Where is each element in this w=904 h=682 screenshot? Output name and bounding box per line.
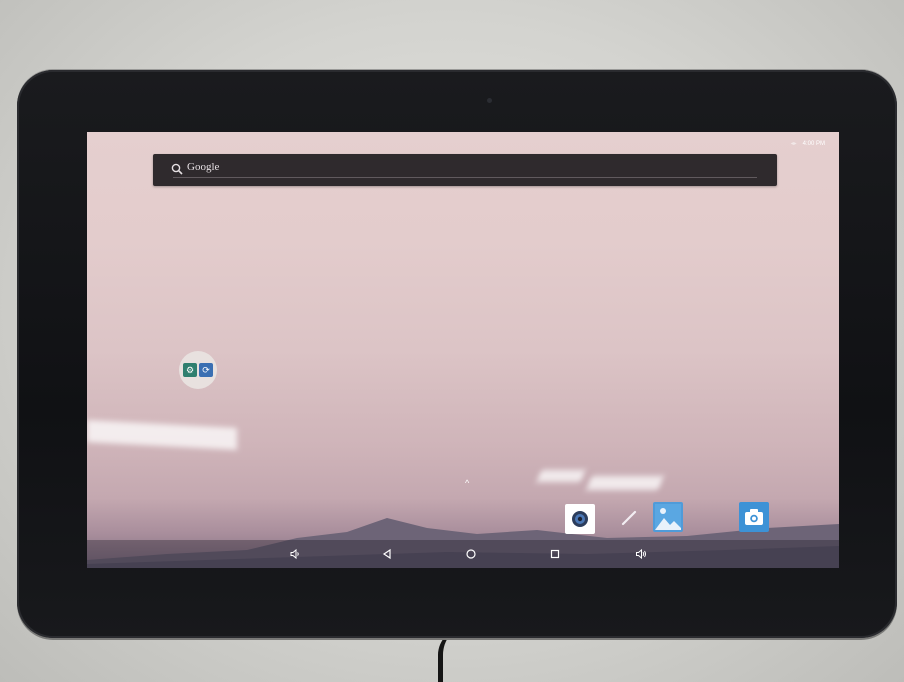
screen-glare	[586, 476, 664, 490]
screen-glare	[87, 420, 237, 450]
gallery-icon[interactable]	[653, 502, 683, 532]
signal-arrows-icon: ◂▸	[790, 141, 797, 147]
back-icon[interactable]	[380, 547, 394, 561]
status-time: 4:00 PM	[802, 140, 825, 147]
app-folder[interactable]: ⚙ ⟳	[179, 351, 217, 389]
pencil-icon[interactable]	[620, 509, 638, 527]
search-label: Google	[187, 161, 220, 173]
recents-icon[interactable]	[548, 547, 562, 561]
home-icon[interactable]	[464, 547, 478, 561]
camera-lens-icon[interactable]	[565, 504, 595, 534]
home-screen[interactable]: ◂▸ 4:00 PM Google ⚙ ⟳ ^	[87, 132, 839, 568]
volume-up-icon[interactable]	[634, 547, 648, 561]
google-search-bar[interactable]: Google	[153, 154, 777, 186]
volume-down-icon[interactable]	[288, 547, 302, 561]
settings-icon: ⚙	[183, 363, 197, 377]
screen-glare	[536, 470, 586, 482]
status-bar: ◂▸ 4:00 PM	[790, 140, 825, 148]
navigation-bar	[87, 540, 839, 568]
update-icon: ⟳	[199, 363, 213, 377]
search-icon	[171, 163, 183, 175]
chevron-up-icon[interactable]: ^	[465, 478, 469, 488]
front-camera	[487, 98, 492, 103]
search-underline	[173, 177, 757, 178]
camera-icon[interactable]	[739, 502, 769, 532]
tablet-device: ◂▸ 4:00 PM Google ⚙ ⟳ ^	[17, 70, 897, 638]
